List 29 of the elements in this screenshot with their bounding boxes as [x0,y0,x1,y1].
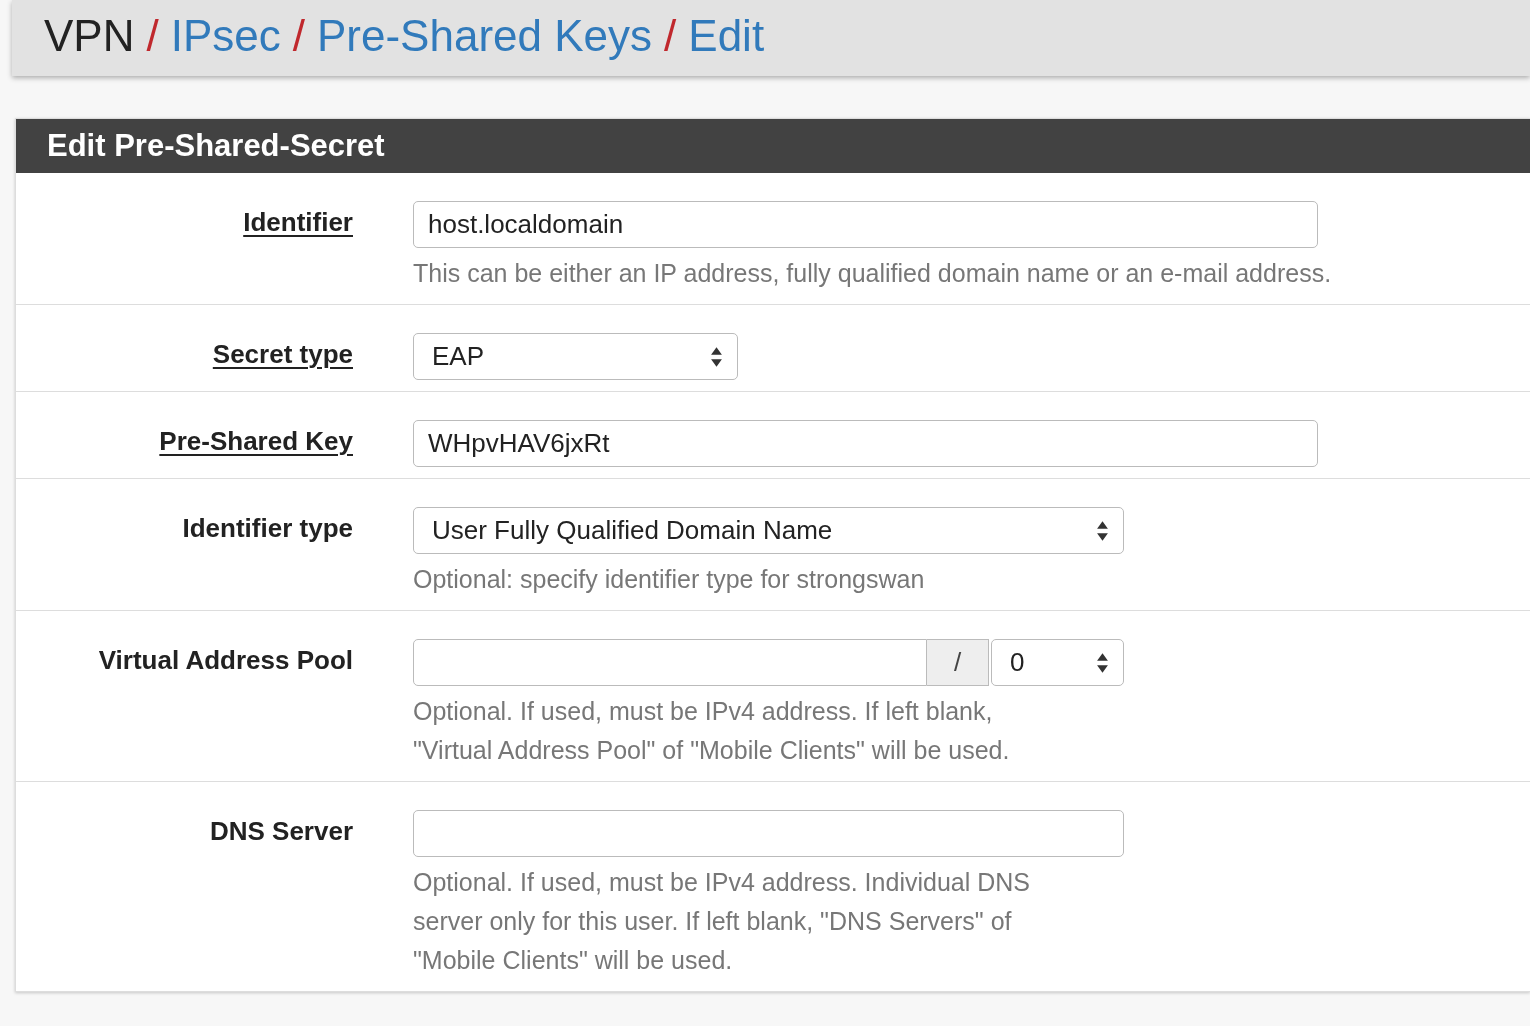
help-text: This can be either an IP address, fully qualified domain name or an e-mail address. [413,258,1332,289]
breadcrumb-link[interactable]: Pre-Shared Keys [317,11,653,61]
field-label: Pre-Shared Key [159,426,353,456]
select-dropdown[interactable]: User Fully Qualified Domain Name [413,507,1124,554]
field-label: Identifier [243,207,353,237]
select-arrows-icon [710,345,723,368]
field-label: Secret type [212,339,353,369]
breadcrumb-text: VPN [44,11,135,61]
breadcrumb-link[interactable]: IPsec [170,11,281,61]
help-text: Optional. If used, must be IPv4 address. If left blank, "Virtual Address Pool" of "Mobile Clients" will be used. [413,696,1011,766]
select-dropdown[interactable]: EAP [413,333,738,380]
input-field[interactable] [413,639,927,686]
select-arrows-icon [1096,651,1109,674]
panel-title: Edit Pre-Shared-Secret [47,128,385,164]
field-label: Virtual Address Pool [98,645,353,675]
help-text: Optional: specify identifier type for strongswan [413,564,926,595]
input-field[interactable]: host.localdomain [413,201,1318,248]
breadcrumb-link[interactable]: Edit [688,11,765,61]
field-label: Identifier type [182,513,353,543]
select-dropdown[interactable]: 0 [991,639,1124,686]
input-field[interactable]: WHpvHAV6jxRt [413,420,1318,467]
select-arrows-icon [1096,519,1109,542]
input-field[interactable] [413,810,1124,857]
field-label: DNS Server [209,816,353,846]
input-addon: / [927,639,989,686]
breadcrumb-separator: / [146,11,159,61]
breadcrumb-separator: / [292,11,305,61]
help-text: Optional. If used, must be IPv4 address. Individual DNS server only for this user. If left blank, "DNS Servers" of "Mobile Clients" will be used. [413,867,1031,976]
breadcrumb-separator: / [664,11,677,61]
